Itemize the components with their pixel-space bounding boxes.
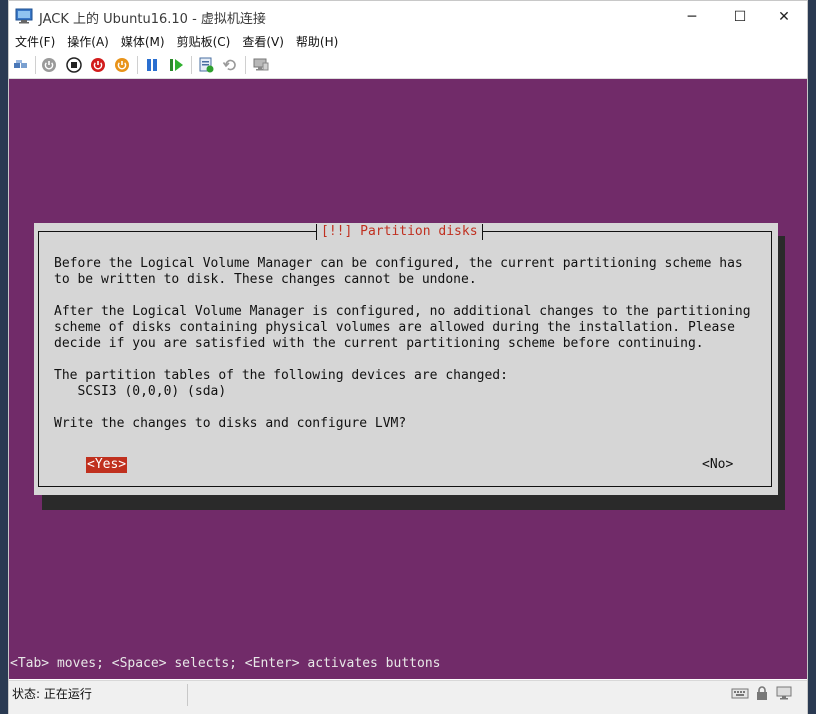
menu-file[interactable]: 文件(F) [9, 32, 61, 52]
keyboard-icon [731, 685, 749, 701]
confirm-question: Write the changes to disks and configure… [54, 416, 407, 431]
dialog-frame: [!!] Partition disks Before the Logical … [38, 224, 772, 487]
vm-console-screen[interactable]: [!!] Partition disks Before the Logical … [9, 79, 807, 679]
revert-icon[interactable] [222, 57, 238, 73]
dialog-title: [!!] Partition disks [316, 224, 483, 240]
lock-icon [753, 685, 771, 701]
lvm-warning-text: Before the Logical Volume Manager can be… [54, 256, 743, 287]
maximize-button[interactable]: ☐ [717, 1, 763, 32]
status-tray [731, 685, 793, 701]
monitor-icon [775, 685, 793, 701]
menu-view[interactable]: 查看(V) [236, 32, 290, 52]
lvm-configured-text: After the Logical Volume Manager is conf… [54, 304, 751, 351]
resume-icon[interactable] [168, 57, 184, 73]
pause-icon[interactable] [144, 57, 160, 73]
checkpoint-icon[interactable] [198, 57, 214, 73]
menu-bar: 文件(F) 操作(A) 媒体(M) 剪贴板(C) 查看(V) 帮助(H) [9, 32, 807, 52]
menu-clipboard[interactable]: 剪贴板(C) [171, 32, 237, 52]
partition-disks-dialog: [!!] Partition disks Before the Logical … [34, 223, 778, 495]
toolbar-separator [35, 56, 36, 74]
changed-devices-text: The partition tables of the following de… [54, 368, 508, 399]
status-text: 状态: 正在运行 [12, 687, 92, 701]
toolbar-separator [137, 56, 138, 74]
start-icon[interactable] [41, 57, 57, 73]
toolbar [9, 52, 807, 79]
close-button[interactable]: ✕ [761, 1, 807, 32]
ctrl-alt-del-icon[interactable] [13, 57, 29, 73]
toolbar-separator [191, 56, 192, 74]
window-title: JACK 上的 Ubuntu16.10 - 虚拟机连接 [39, 12, 266, 27]
vm-connection-app-icon [15, 8, 33, 24]
status-separator [187, 684, 188, 706]
menu-action[interactable]: 操作(A) [61, 32, 115, 52]
status-bar: 状态: 正在运行 [9, 680, 807, 714]
turn-off-icon[interactable] [66, 57, 82, 73]
keyboard-hint: <Tab> moves; <Space> selects; <Enter> ac… [10, 656, 441, 671]
minimize-button[interactable]: ─ [669, 1, 715, 32]
menu-help[interactable]: 帮助(H) [290, 32, 344, 52]
save-icon[interactable] [114, 57, 130, 73]
menu-media[interactable]: 媒体(M) [115, 32, 171, 52]
enhanced-session-icon[interactable] [253, 57, 269, 73]
title-bar: JACK 上的 Ubuntu16.10 - 虚拟机连接 ─ ☐ ✕ [9, 1, 807, 32]
vm-connection-window: JACK 上的 Ubuntu16.10 - 虚拟机连接 ─ ☐ ✕ 文件(F) … [8, 0, 808, 714]
toolbar-separator [245, 56, 246, 74]
yes-button[interactable]: <Yes> [86, 457, 128, 473]
shut-down-icon[interactable] [90, 57, 106, 73]
no-button[interactable]: <No> [702, 457, 733, 473]
